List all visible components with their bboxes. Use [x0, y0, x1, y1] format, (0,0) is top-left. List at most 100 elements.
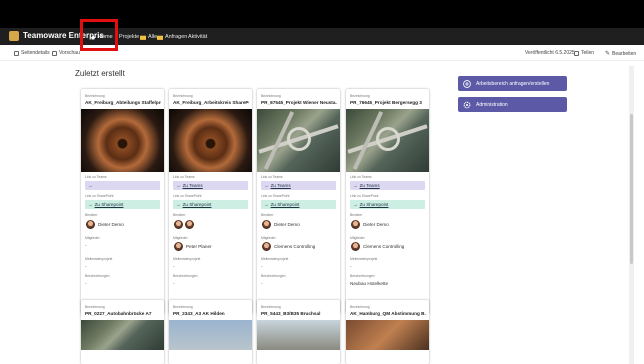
card-image	[257, 320, 340, 350]
project-card[interactable]: Bezeichnung PR_5443_B3/B35 Bruchsal	[257, 300, 340, 364]
nav-anfragen[interactable]: Anfragen	[157, 32, 187, 42]
description-value: -	[85, 281, 87, 286]
folder-icon	[157, 35, 163, 40]
field-label: Mitglieder	[85, 236, 100, 240]
arrow-icon: →	[353, 202, 358, 207]
card-title[interactable]: PR_76645_Projekt Bergersegg 3	[350, 100, 426, 105]
section-title: Zuletzt erstellt	[75, 69, 125, 78]
card-title[interactable]: PR_87545_Projekt Wiener Neusta...	[261, 100, 337, 105]
scrollbar-thumb[interactable]	[630, 114, 633, 264]
arrow-icon: →	[353, 183, 358, 188]
sharepoint-link-text[interactable]: Zu Sharepoint	[95, 202, 124, 207]
card-title[interactable]: AK_Hamburg_QM Abstimmung B...	[350, 311, 426, 316]
description-value: -	[261, 281, 263, 286]
teams-link-text[interactable]: Zu Teams	[360, 183, 380, 188]
pencil-icon: ✎	[605, 51, 611, 57]
avatar	[351, 242, 360, 251]
card-image	[81, 109, 164, 172]
card-image	[169, 320, 252, 350]
project-card[interactable]: Bezeichnung PR_76645_Projekt Bergersegg …	[346, 89, 429, 314]
milestone-value: -	[85, 264, 87, 269]
card-title[interactable]: AK_Freiburg_Abteilungs Staffelpro...	[85, 100, 161, 105]
arrow-icon: →	[264, 183, 269, 188]
sharepoint-link[interactable]: → Zu Sharepoint	[173, 200, 248, 209]
card-title[interactable]: AK_Freiburg_Arbeitskreis SharePo...	[173, 100, 249, 105]
edit-button[interactable]: ✎ Bearbeiten	[605, 50, 636, 58]
avatar	[351, 220, 360, 229]
gear-icon	[14, 50, 19, 56]
card-image	[169, 109, 252, 172]
nav-aktivitaet[interactable]: Aktivität	[188, 32, 207, 42]
nav-alle-label: Alle	[148, 34, 158, 40]
sharepoint-link[interactable]: → Zu Sharepoint	[350, 200, 425, 209]
teams-link-text[interactable]: Zu Teams	[271, 183, 291, 188]
owner-name: Dieter Demo	[363, 222, 389, 227]
card-image	[346, 320, 429, 350]
share-icon	[574, 50, 579, 56]
plus-icon	[463, 79, 471, 88]
page-details-label: Seitendetails	[21, 50, 50, 56]
sharepoint-link-text[interactable]: Zu Sharepoint	[183, 202, 212, 207]
sharepoint-link[interactable]: → Zu Sharepoint	[85, 200, 160, 209]
field-label: Bezeichnung	[261, 305, 281, 309]
published-label: Veröffentlicht 6.5.2025	[525, 50, 575, 56]
milestone-value: -	[350, 264, 352, 269]
avatar	[174, 220, 183, 229]
project-card[interactable]: Bezeichnung PR_0227_Autobahnbrücke A7	[81, 300, 164, 364]
administration-button[interactable]: Administration	[458, 97, 567, 112]
project-card[interactable]: Bezeichnung AK_Freiburg_Arbeitskreis Sha…	[169, 89, 252, 314]
teams-link-text[interactable]: Zu Teams	[183, 183, 203, 188]
card-title[interactable]: PR_2343_A3 AK Hilden	[173, 311, 249, 316]
field-label: Bezeichnung	[173, 305, 193, 309]
teams-link[interactable]: → Zu Teams	[350, 181, 425, 190]
field-label: Link zu Teams	[350, 175, 372, 179]
field-label: Beschreibungen	[85, 274, 110, 278]
field-label: Beschreibungen	[261, 274, 286, 278]
description-value: Neubau Hotelkette	[350, 281, 389, 286]
sharepoint-link-text[interactable]: Zu Sharepoint	[360, 202, 389, 207]
field-label: Link zu SharePoint	[261, 194, 290, 198]
field-label: Meilensteinprojekt	[173, 257, 201, 261]
nav-alle[interactable]: Alle	[140, 32, 157, 42]
project-card[interactable]: Bezeichnung PR_87545_Projekt Wiener Neus…	[257, 89, 340, 314]
field-label: Beschreibungen	[173, 274, 198, 278]
nav-projekte[interactable]: Projekte	[119, 32, 139, 42]
card-title[interactable]: PR_5443_B3/B35 Bruchsal	[261, 311, 337, 316]
preview-label: Vorschau	[59, 50, 80, 56]
project-card[interactable]: Bezeichnung AK_Freiburg_Abteilungs Staff…	[81, 89, 164, 314]
field-label: Link zu Teams	[261, 175, 283, 179]
share-button[interactable]: Teilen	[574, 50, 594, 56]
field-label: Meilensteinprojekt	[261, 257, 289, 261]
avatar	[185, 220, 194, 229]
page-details-button[interactable]: Seitendetails	[14, 50, 50, 56]
sharepoint-link[interactable]: → Zu Sharepoint	[261, 200, 336, 209]
field-label: Besitzer	[261, 213, 274, 217]
field-label: Bezeichnung	[85, 94, 105, 98]
project-card[interactable]: Bezeichnung AK_Hamburg_QM Abstimmung B..…	[346, 300, 429, 364]
project-card[interactable]: Bezeichnung PR_2343_A3 AK Hilden	[169, 300, 252, 364]
teams-link[interactable]: → Zu Teams	[173, 181, 248, 190]
nav-projekte-label: Projekte	[119, 34, 140, 40]
field-label: Bezeichnung	[350, 94, 370, 98]
request-workspace-button[interactable]: Arbeitsbereich anfragen/erstellen	[458, 76, 567, 91]
avatar	[262, 220, 271, 229]
preview-icon	[52, 50, 57, 56]
arrow-icon: →	[176, 202, 181, 207]
field-label: Mitglieder	[261, 236, 276, 240]
logo-icon	[9, 31, 19, 41]
milestone-value: -	[173, 264, 175, 269]
preview-button[interactable]: Vorschau	[52, 50, 80, 56]
card-title[interactable]: PR_0227_Autobahnbrücke A7	[85, 311, 161, 316]
sharepoint-link-text[interactable]: Zu Sharepoint	[271, 202, 300, 207]
card-image	[346, 109, 429, 172]
folder-icon	[140, 35, 146, 40]
nav-aktivitaet-label: Aktivität	[188, 34, 208, 40]
field-label: Bezeichnung	[85, 305, 105, 309]
administration-label: Administration	[476, 101, 508, 108]
field-label: Beschreibungen	[350, 274, 375, 278]
avatar	[86, 220, 95, 229]
member-name: Peter Planer	[186, 244, 212, 249]
teams-link[interactable]: → Zu Teams	[261, 181, 336, 190]
app-window: Teamoware Enterpris Home Projekte Alle A…	[0, 19, 644, 364]
teams-link[interactable]: →	[85, 181, 160, 190]
